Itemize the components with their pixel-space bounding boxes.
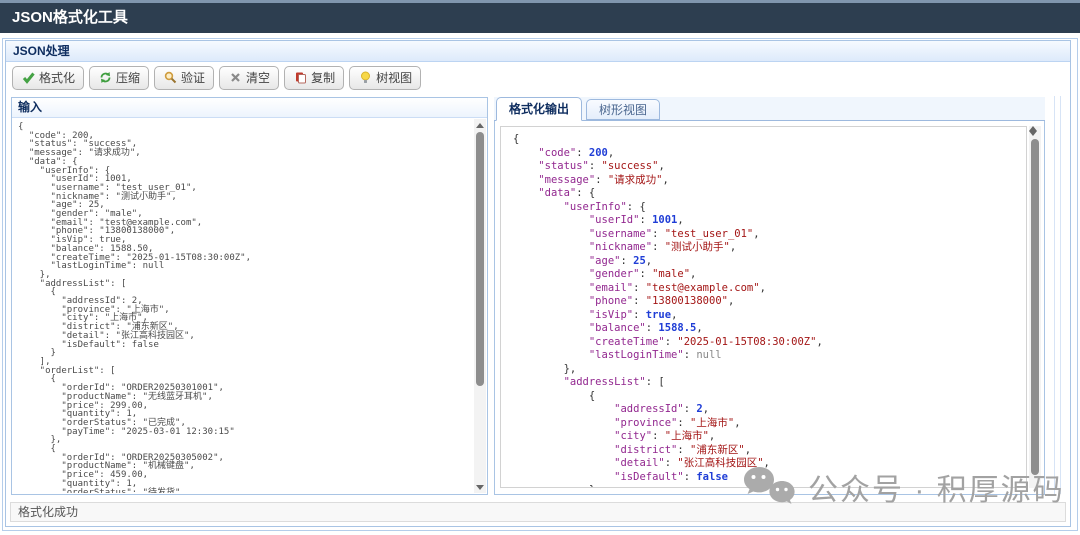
validate-magnifier-icon — [163, 71, 177, 85]
tab-formatted-output-label: 格式化输出 — [509, 102, 569, 116]
clear-button-label: 清空 — [246, 69, 270, 86]
compress-button[interactable]: 压缩 — [89, 66, 149, 90]
status-text: 格式化成功 — [18, 505, 78, 519]
output-scrollbar-thumb[interactable] — [1031, 139, 1039, 475]
copy-clipboard-icon — [293, 71, 307, 85]
input-vertical-scrollbar[interactable] — [474, 119, 486, 493]
tab-formatted-output[interactable]: 格式化输出 — [496, 97, 582, 121]
format-button-label: 格式化 — [39, 69, 75, 86]
clear-x-icon — [228, 71, 242, 85]
copy-button[interactable]: 复制 — [284, 66, 344, 90]
right-gutter — [1054, 96, 1061, 494]
app-title: JSON格式化工具 — [12, 9, 128, 26]
treeview-button-label: 树视图 — [376, 69, 412, 86]
compress-button-label: 压缩 — [116, 69, 140, 86]
panel-header: JSON处理 — [6, 41, 1070, 62]
scroll-up-icon[interactable] — [474, 119, 486, 131]
compress-arrows-icon — [98, 71, 112, 85]
output-panel: 格式化输出 树形视图 { "code": 200, "status": "suc… — [494, 97, 1045, 495]
validate-button-label: 验证 — [181, 69, 205, 86]
output-code: { "code": 200, "status": "success", "mes… — [500, 126, 1027, 488]
treeview-bulb-icon — [358, 71, 372, 85]
input-panel: 输入 { "code": 200, "status": "success", "… — [11, 97, 488, 495]
outer-container: JSON处理 格式化 压缩 验证 清空 — [2, 38, 1078, 531]
statusbar: 格式化成功 — [10, 502, 1066, 522]
copy-button-label: 复制 — [311, 69, 335, 86]
scroll-down-icon[interactable] — [1029, 131, 1041, 136]
input-code[interactable]: { "code": 200, "status": "success", "mes… — [13, 119, 473, 493]
app-titlebar: JSON格式化工具 — [0, 0, 1080, 33]
format-check-icon — [21, 71, 35, 85]
output-tabbar: 格式化输出 树形视图 — [494, 97, 1045, 121]
panel-title: JSON处理 — [13, 44, 70, 58]
input-panel-title: 输入 — [18, 100, 42, 114]
clear-button[interactable]: 清空 — [219, 66, 279, 90]
input-panel-header: 输入 — [12, 98, 487, 118]
toolbar: 格式化 压缩 验证 清空 复制 — [6, 62, 1070, 93]
validate-button[interactable]: 验证 — [154, 66, 214, 90]
input-scrollbar-thumb[interactable] — [476, 132, 484, 386]
output-body: { "code": 200, "status": "success", "mes… — [494, 121, 1045, 495]
scroll-down-icon[interactable] — [474, 481, 486, 493]
tab-tree-view[interactable]: 树形视图 — [586, 99, 660, 120]
json-panel: JSON处理 格式化 压缩 验证 清空 — [5, 40, 1071, 527]
content-area: 输入 { "code": 200, "status": "success", "… — [6, 94, 1070, 496]
output-vertical-scrollbar[interactable] — [1029, 126, 1041, 488]
treeview-button[interactable]: 树视图 — [349, 66, 421, 90]
format-button[interactable]: 格式化 — [12, 66, 84, 90]
tab-tree-view-label: 树形视图 — [599, 103, 647, 117]
